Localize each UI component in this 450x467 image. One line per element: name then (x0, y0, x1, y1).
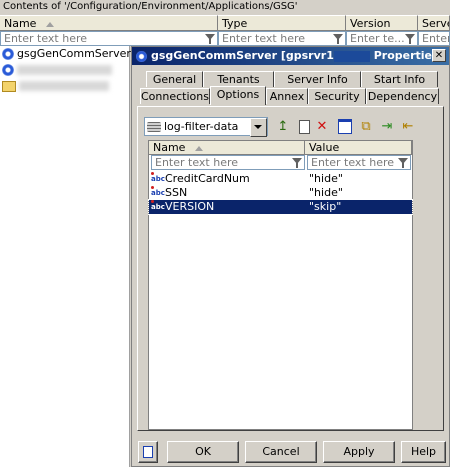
grid-header-name[interactable]: Name (149, 141, 305, 155)
tab-dependency[interactable]: Dependency (366, 88, 439, 104)
properties-icon[interactable] (336, 118, 354, 136)
string-option-icon: abc (151, 200, 165, 211)
name-filter-input[interactable]: Enter text here (151, 155, 305, 170)
folder-icon (2, 80, 16, 92)
copy-icon[interactable]: ⧉ (357, 118, 375, 136)
name-filter-input[interactable]: Enter text here (0, 31, 218, 46)
type-filter-input[interactable]: Enter text here (218, 31, 346, 46)
filter-icon[interactable] (398, 158, 408, 168)
redacted-text (333, 50, 370, 62)
cancel-button[interactable]: Cancel (245, 441, 317, 463)
close-button[interactable]: ✕ (432, 49, 446, 62)
object-list: gsgGenCommServer (0, 46, 131, 467)
export-icon[interactable]: ⇤ (399, 118, 417, 136)
tab-server-info[interactable]: Server Info (274, 71, 361, 87)
chevron-down-icon[interactable] (250, 118, 267, 137)
column-header-server[interactable]: Server (418, 15, 450, 31)
options-toolbar: log-filter-data ↥ ✕ ⧉ ⇥ ⇤ (144, 117, 434, 139)
copy-button[interactable] (138, 441, 158, 463)
delete-icon[interactable]: ✕ (313, 118, 331, 136)
table-row[interactable]: abcSSN "hide" (149, 186, 412, 200)
list-item[interactable]: gsgGenCommServer (2, 47, 131, 63)
new-item-icon[interactable] (295, 118, 313, 136)
sort-ascending-icon (195, 145, 204, 151)
dialog-title-bar[interactable]: gsgGenCommServer [gpsrvr1 Properties ✕ (132, 47, 449, 65)
tab-options[interactable]: Options (210, 86, 266, 105)
tab-start-info[interactable]: Start Info (361, 71, 438, 87)
layers-icon (147, 122, 161, 132)
table-row-selected[interactable]: abcVERSION "skip" (148, 199, 413, 215)
version-filter-input[interactable]: Enter te... (346, 31, 418, 46)
list-item[interactable] (2, 79, 109, 95)
options-grid: Name Value Enter text here Enter text he… (148, 140, 413, 430)
filter-row: Enter text here Enter text here Enter te… (0, 31, 450, 46)
sort-ascending-icon (46, 21, 55, 27)
column-header-row: Name Type Version Server (0, 15, 450, 31)
help-button[interactable]: Help (401, 441, 446, 463)
string-option-icon: abc (151, 172, 165, 183)
tab-annex[interactable]: Annex (266, 88, 308, 104)
column-header-name[interactable]: Name (0, 15, 218, 31)
gear-icon (136, 50, 147, 62)
list-item[interactable] (2, 63, 112, 79)
section-select[interactable]: log-filter-data (144, 117, 268, 137)
tab-security[interactable]: Security (308, 88, 366, 104)
server-filter-input[interactable]: Enter t (418, 31, 450, 46)
value-filter-input[interactable]: Enter text here (307, 155, 411, 170)
redacted-label (19, 81, 109, 91)
filter-icon[interactable] (292, 158, 302, 168)
grid-header-value[interactable]: Value (305, 141, 412, 155)
ok-button[interactable]: OK (167, 441, 239, 463)
tab-tenants[interactable]: Tenants (203, 71, 274, 87)
column-header-version[interactable]: Version (346, 15, 418, 31)
tab-connections[interactable]: Connections (140, 88, 210, 104)
tab-general[interactable]: General (146, 71, 203, 87)
import-icon[interactable]: ⇥ (378, 118, 396, 136)
gear-icon (2, 48, 14, 60)
copy-icon (143, 446, 153, 458)
table-row[interactable]: abcCreditCardNum "hide" (149, 172, 412, 186)
filter-icon[interactable] (333, 34, 343, 44)
redacted-label (17, 65, 112, 75)
gear-icon (2, 64, 14, 76)
filter-icon[interactable] (205, 34, 215, 44)
string-option-icon: abc (151, 186, 165, 197)
properties-dialog: gsgGenCommServer [gpsrvr1 Properties ✕ G… (131, 46, 450, 467)
up-level-icon[interactable]: ↥ (274, 118, 292, 136)
column-header-type[interactable]: Type (218, 15, 346, 31)
close-icon: ✕ (434, 50, 444, 61)
apply-button[interactable]: Apply (323, 441, 395, 463)
filter-icon[interactable] (405, 34, 415, 44)
path-label: Contents of '/Configuration/Environment/… (0, 0, 450, 15)
